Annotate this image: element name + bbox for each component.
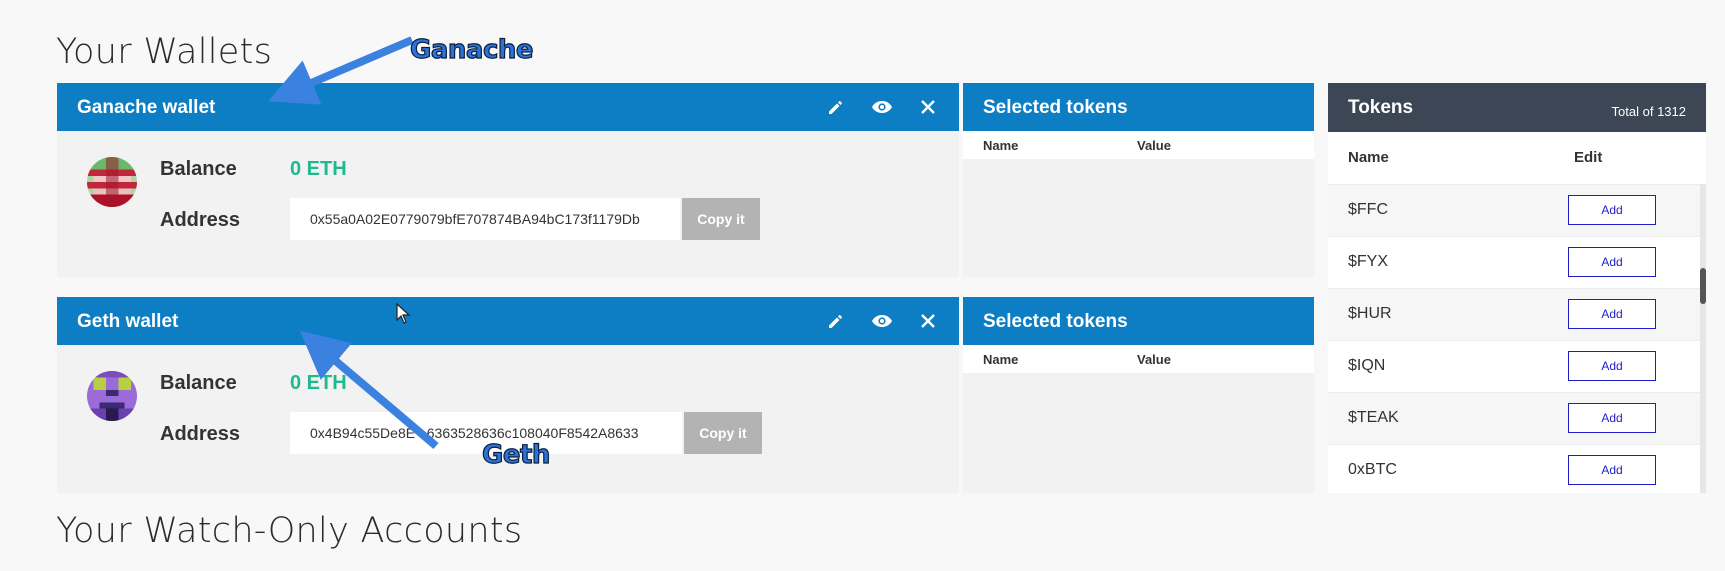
scrollbar-thumb[interactable] [1700, 268, 1706, 304]
token-name: $FYX [1348, 253, 1389, 270]
token-row: $IQN Add [1328, 340, 1706, 392]
column-edit: Edit [1574, 149, 1603, 166]
wallet-title: Geth wallet [77, 311, 179, 332]
add-token-button[interactable]: Add [1568, 195, 1656, 225]
pencil-icon[interactable] [825, 96, 847, 118]
balance-label: Balance [160, 158, 237, 180]
token-name: 0xBTC [1348, 461, 1397, 478]
column-value: Value [1137, 352, 1171, 367]
copy-address-button[interactable]: Copy it [682, 198, 760, 240]
watch-only-title: Your Watch-Only Accounts [56, 511, 523, 551]
column-value: Value [1137, 138, 1171, 153]
selected-tokens-title: Selected tokens [983, 311, 1128, 332]
wallet-header: Ganache wallet [57, 83, 959, 131]
column-name: Name [983, 352, 1019, 367]
scrollbar[interactable] [1700, 184, 1706, 493]
avatar [87, 371, 137, 421]
token-row: $FYX Add [1328, 236, 1706, 288]
token-name: $HUR [1348, 305, 1392, 322]
balance-label: Balance [160, 372, 237, 394]
token-name: $FFC [1348, 201, 1388, 218]
eye-icon[interactable] [871, 96, 893, 118]
token-name: $IQN [1348, 357, 1386, 374]
add-token-button[interactable]: Add [1568, 403, 1656, 433]
token-row: $FFC Add [1328, 184, 1706, 236]
balance-value: 0 ETH [290, 158, 347, 180]
wallet-title: Ganache wallet [77, 97, 216, 118]
close-icon[interactable] [917, 96, 939, 118]
address-label: Address [160, 423, 241, 445]
close-icon[interactable] [917, 310, 939, 332]
copy-address-button[interactable]: Copy it [684, 412, 762, 454]
add-token-button[interactable]: Add [1568, 351, 1656, 381]
wallet-header: Geth wallet [57, 297, 959, 345]
token-name: $TEAK [1348, 409, 1399, 426]
address-field[interactable]: 0x55a0A02E0779079bfE707874BA94bC173f1179… [290, 198, 680, 240]
avatar [87, 157, 137, 207]
tokens-total: Total of 1312 [1611, 104, 1686, 119]
add-token-button[interactable]: Add [1568, 299, 1656, 329]
tokens-title: Tokens [1348, 97, 1414, 118]
add-token-button[interactable]: Add [1568, 247, 1656, 277]
annotation-geth: Geth [481, 439, 551, 470]
tokens-list-panel: Tokens Total of 1312 Name Edit $FFC Add $F… [1328, 83, 1706, 493]
annotation-ganache: Ganache [409, 34, 534, 65]
pencil-icon[interactable] [825, 310, 847, 332]
add-token-button[interactable]: Add [1568, 455, 1656, 485]
selected-tokens-panel: Selected tokens Name Value [963, 297, 1314, 493]
balance-value: 0 ETH [290, 372, 347, 394]
selected-tokens-panel: Selected tokens Name Value [963, 83, 1314, 277]
eye-icon[interactable] [871, 310, 893, 332]
address-label: Address [160, 209, 241, 231]
page-title: Your Wallets [56, 32, 273, 72]
column-name: Name [1348, 149, 1389, 166]
token-row: $TEAK Add [1328, 392, 1706, 444]
selected-tokens-title: Selected tokens [983, 97, 1128, 118]
token-row: $HUR Add [1328, 288, 1706, 340]
wallet-card-ganache: Ganache wallet Balance 0 ETH Address 0x5… [57, 83, 959, 277]
token-row: 0xBTC Add [1328, 444, 1706, 493]
column-name: Name [983, 138, 1019, 153]
